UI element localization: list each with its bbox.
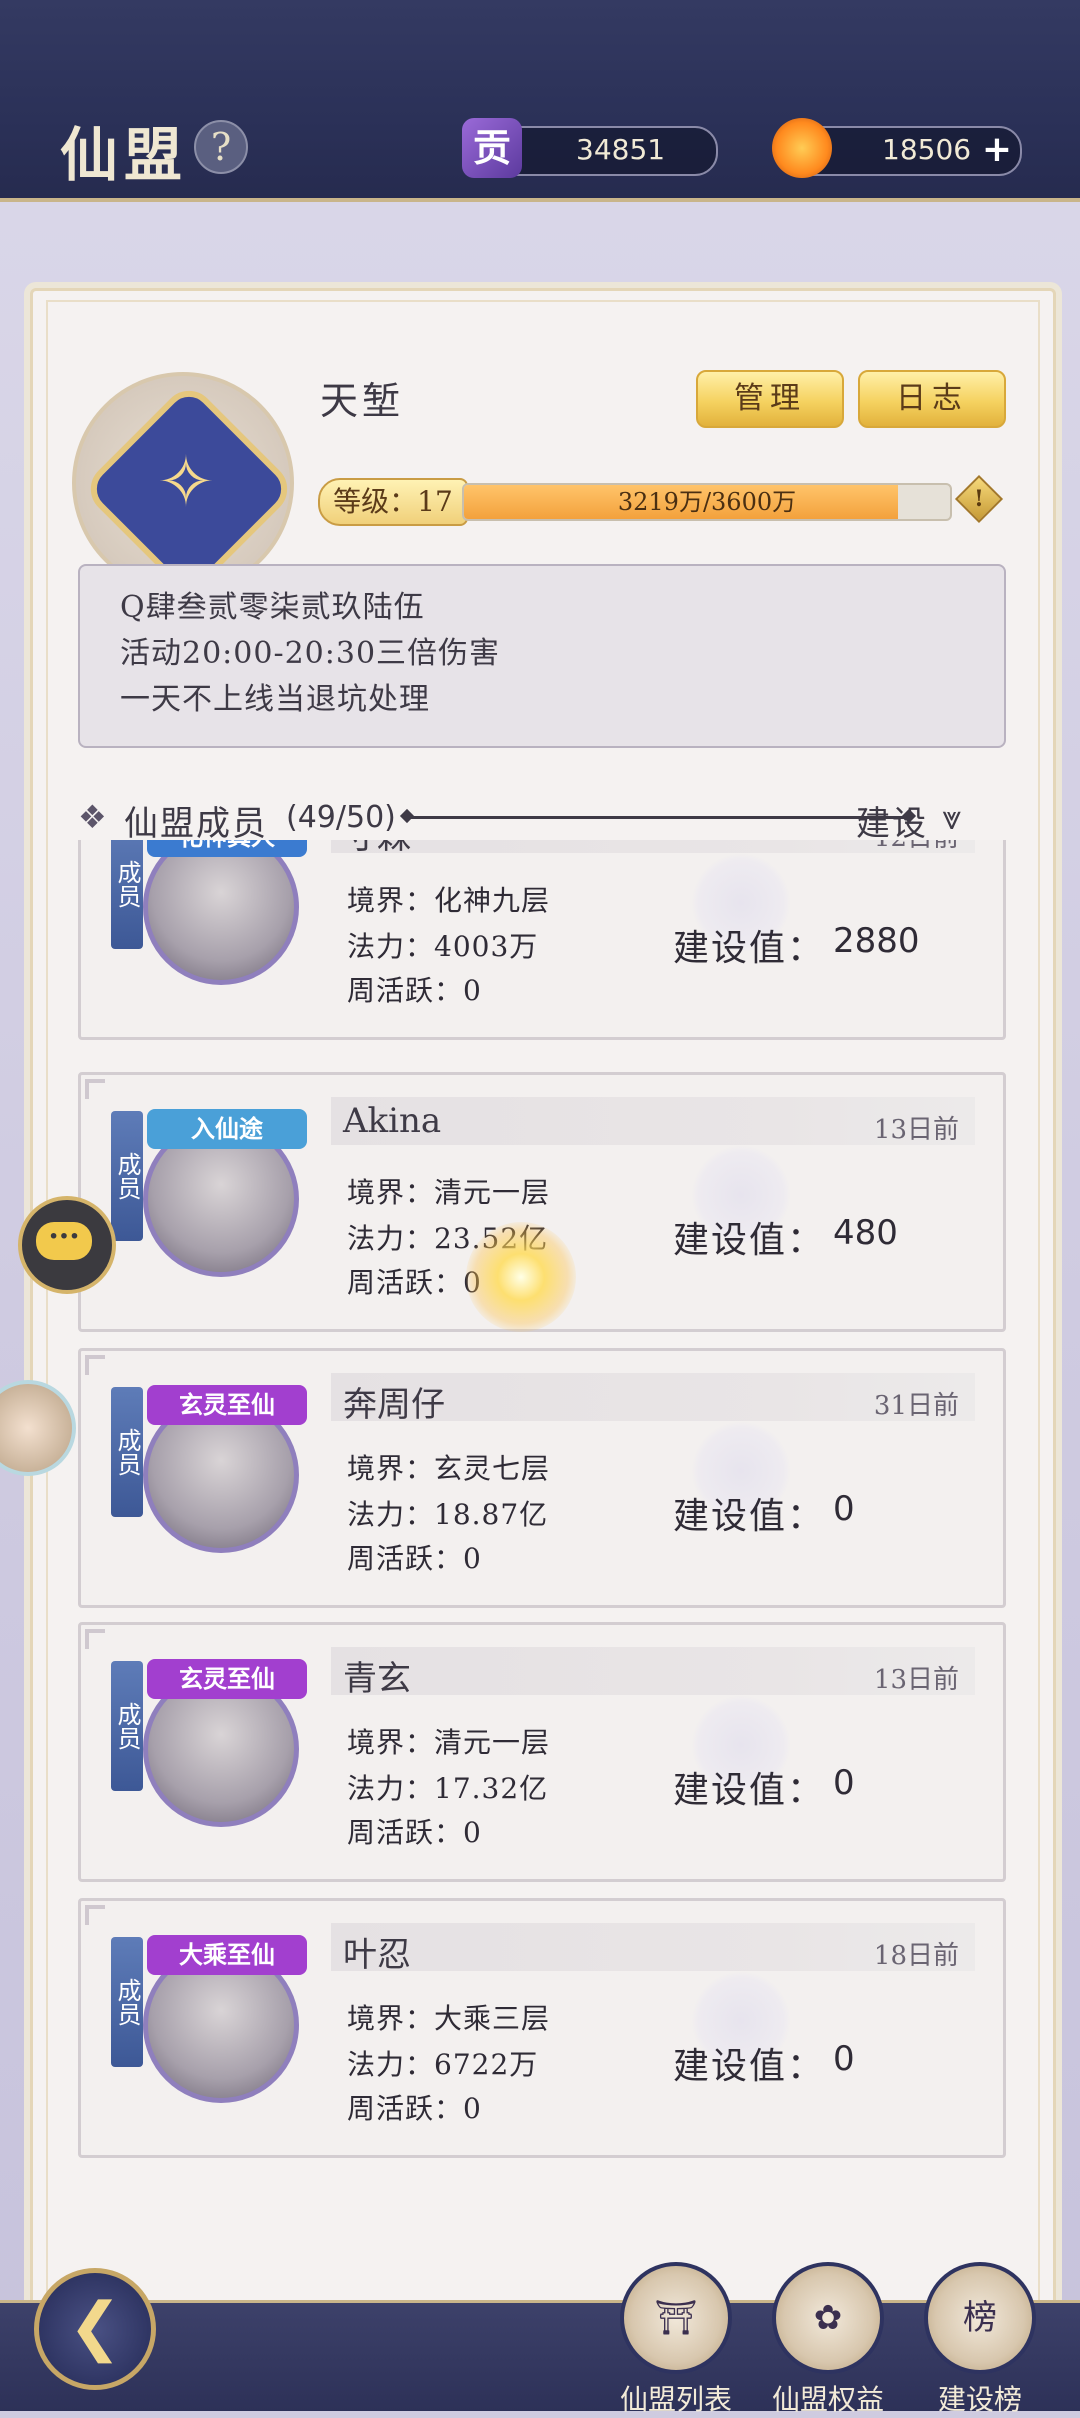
chat-button[interactable]: ··· <box>18 1196 116 1294</box>
last-online: 31日前 <box>873 1391 959 1421</box>
card-corner <box>85 1079 105 1099</box>
pouch-icon: ✿ <box>772 2262 884 2374</box>
role-tag: 成员 <box>111 1937 143 2067</box>
tap-glow-effect <box>466 1222 576 1332</box>
member-name: 叶忍 <box>343 1935 411 1975</box>
chat-icon: ··· <box>36 1222 92 1260</box>
flame-icon <box>772 118 832 178</box>
guild-notice: Q肆叁贰零柒贰玖陆伍 活动20:00-20:30三倍伤害 一天不上线当退坑处理 <box>78 564 1006 748</box>
guild-rights-label: 仙盟权益 <box>771 2383 884 2416</box>
guild-emblem: ✧ <box>72 372 298 598</box>
member-weekly: 周活跃：0 <box>347 974 482 1007</box>
last-online: 12日前 <box>874 840 959 854</box>
guild-exp-bar: 3219万/3600万 <box>462 483 952 521</box>
member-weekly: 周活跃：0 <box>347 1542 482 1575</box>
member-power: 法力：18.87亿 <box>347 1498 549 1531</box>
role-tag: 成员 <box>111 840 143 949</box>
role-tag: 成员 <box>111 1111 143 1241</box>
help-icon[interactable]: ? <box>194 120 248 174</box>
build-label: 建设值： <box>673 1220 826 1261</box>
role-tag: 成员 <box>111 1661 143 1791</box>
add-spirit-button[interactable]: + <box>982 132 1012 168</box>
guild-level-badge: 等级：17 <box>318 478 468 526</box>
card-corner <box>85 1355 105 1375</box>
build-value: 2880 <box>833 921 920 961</box>
spirit-value: 18506 <box>882 133 972 166</box>
last-online: 18日前 <box>873 1941 959 1971</box>
title-badge: 入仙途 <box>147 1109 307 1149</box>
build-ranking-button[interactable]: 榜 建设榜 <box>918 2262 1042 2418</box>
member-realm: 境界：玄灵七层 <box>347 1452 551 1485</box>
members-label: 仙盟成员 <box>124 804 268 844</box>
build-label: 建设值： <box>673 1770 826 1811</box>
member-name: 青玄 <box>343 1659 411 1699</box>
build-label: 建设值： <box>673 2046 826 2087</box>
title-badge: 玄灵至仙 <box>147 1659 307 1699</box>
member-card[interactable]: 奔周仔 31日前 成员 玄灵至仙 境界：玄灵七层 法力：18.87亿 周活跃：0… <box>78 1348 1006 1608</box>
notice-line: 一天不上线当退坑处理 <box>120 682 430 717</box>
divider <box>406 816 910 819</box>
member-realm: 境界：大乘三层 <box>347 2002 551 2035</box>
members-count: (49/50) <box>286 800 396 835</box>
member-realm: 境界：化神九层 <box>347 884 551 917</box>
member-power: 法力：4003万 <box>347 930 539 963</box>
build-label: 建设值： <box>673 1496 826 1537</box>
last-online: 13日前 <box>873 1665 959 1695</box>
member-name: 寸森 <box>343 840 411 858</box>
phoenix-icon: ✧ <box>156 441 216 523</box>
build-label: 建设值： <box>673 928 826 969</box>
guild-rights-button[interactable]: ✿ 仙盟权益 <box>766 2262 890 2418</box>
page-title: 仙盟 <box>60 121 189 189</box>
role-tag: 成员 <box>111 1387 143 1517</box>
pavilion-icon: ⛩ <box>620 2262 732 2374</box>
member-name: 奔周仔 <box>343 1385 445 1425</box>
guild-list-button[interactable]: ⛩ 仙盟列表 <box>614 2262 738 2418</box>
contribution-value: 34851 <box>576 133 666 166</box>
members-header: ❖ 仙盟成员 (49/50) 建设 ⩔ <box>78 792 1008 844</box>
sort-by-build-button[interactable]: 建设 <box>856 796 928 845</box>
build-value: 0 <box>833 1763 855 1803</box>
contribution-icon: 贡 <box>462 118 522 178</box>
member-weekly: 周活跃：0 <box>347 1266 482 1299</box>
title-badge: 玄灵至仙 <box>147 1385 307 1425</box>
member-card[interactable]: 青玄 13日前 成员 玄灵至仙 境界：清元一层 法力：17.32亿 周活跃：0 … <box>78 1622 1006 1882</box>
title-badge: 大乘至仙 <box>147 1935 307 1975</box>
back-button[interactable]: ❮ <box>34 2268 156 2390</box>
member-card[interactable]: 寸森 12日前 成员 化神真人 境界：化神九层 法力：4003万 周活跃：0 建… <box>78 840 1006 1040</box>
card-corner <box>85 1905 105 1925</box>
member-card[interactable]: 叶忍 18日前 成员 大乘至仙 境界：大乘三层 法力：6722万 周活跃：0 建… <box>78 1898 1006 2158</box>
avatar[interactable] <box>143 840 299 985</box>
top-bar: 仙盟 ? 34851 贡 18506 + <box>0 0 1080 202</box>
build-value: 0 <box>833 1489 855 1529</box>
member-power: 法力：6722万 <box>347 2048 539 2081</box>
member-list[interactable]: 寸森 12日前 成员 化神真人 境界：化神九层 法力：4003万 周活跃：0 建… <box>0 840 1080 2160</box>
member-realm: 境界：清元一层 <box>347 1176 551 1209</box>
ranking-scroll-icon: 榜 <box>924 2262 1036 2374</box>
build-ranking-label: 建设榜 <box>937 2383 1022 2416</box>
guild-list-label: 仙盟列表 <box>619 2383 732 2416</box>
last-online: 13日前 <box>873 1115 959 1145</box>
member-weekly: 周活跃：0 <box>347 2092 482 2125</box>
notice-line: Q肆叁贰零柒贰玖陆伍 <box>120 590 425 625</box>
card-corner <box>85 1629 105 1649</box>
manage-button[interactable]: 管理 <box>696 370 844 428</box>
build-value: 480 <box>833 1213 898 1253</box>
notice-line: 活动20:00-20:30三倍伤害 <box>120 636 501 671</box>
guild-name: 天堑 <box>320 379 405 423</box>
member-power: 法力：17.32亿 <box>347 1772 549 1805</box>
title-badge: 化神真人 <box>147 840 307 857</box>
member-weekly: 周活跃：0 <box>347 1816 482 1849</box>
member-name: Akina <box>343 1101 442 1141</box>
sort-icon[interactable]: ⩔ <box>942 798 961 838</box>
member-realm: 境界：清元一层 <box>347 1726 551 1759</box>
diamond-icon: ❖ <box>78 798 107 836</box>
warn-glyph: ! <box>974 486 984 512</box>
log-button[interactable]: 日志 <box>858 370 1006 428</box>
exp-text: 3219万/3600万 <box>617 488 797 516</box>
build-value: 0 <box>833 2039 855 2079</box>
